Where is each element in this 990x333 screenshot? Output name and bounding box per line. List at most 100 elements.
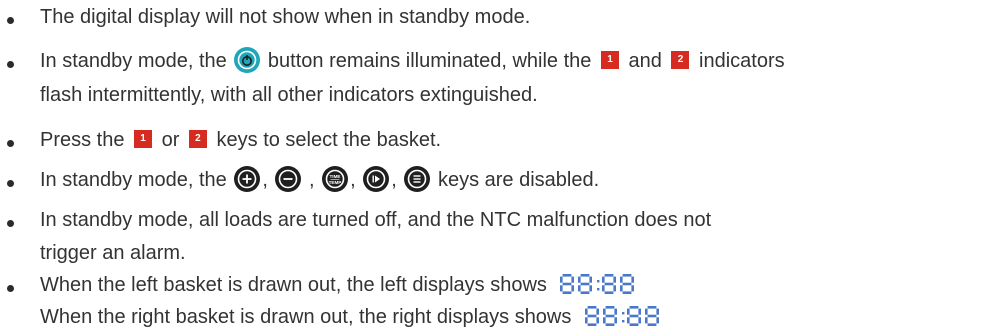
segment (647, 306, 657, 309)
item-text: In standby mode, the (40, 50, 233, 72)
segment (647, 323, 657, 327)
power-icon (234, 47, 261, 74)
svg-text:TIME: TIME (330, 174, 341, 179)
indicator-2-badge: 2 (671, 51, 690, 70)
segment (605, 306, 615, 309)
segment (629, 314, 639, 318)
segment (584, 317, 588, 324)
time-temp-icon: TIME TEMP (322, 166, 349, 193)
segment (596, 308, 599, 315)
segment (581, 274, 590, 277)
bullet-icon (7, 140, 14, 147)
indicator-2-badge: 2 (188, 130, 207, 149)
item-text: , (350, 169, 356, 191)
instruction-list: The digital display will not show when i… (0, 0, 990, 333)
segment (629, 306, 639, 309)
segment (644, 308, 648, 315)
indicator-1-badge: 1 (600, 51, 619, 70)
segment (602, 276, 606, 283)
item-line: In standby mode, all loads are turned of… (40, 205, 711, 235)
item-text: flash intermittently, with all other ind… (40, 84, 538, 106)
segment (623, 282, 632, 286)
segment (581, 291, 590, 295)
colon-dot (621, 312, 625, 315)
segment (620, 276, 624, 283)
segment (614, 308, 617, 315)
item-text: When the right basket is drawn out, the … (40, 306, 577, 328)
segment-digits (584, 306, 659, 327)
segment (589, 276, 593, 283)
item-line: trigger an alarm. (40, 238, 186, 268)
play-icon (363, 166, 390, 193)
segment (578, 276, 582, 283)
segment (605, 282, 614, 286)
item-text: and (628, 50, 668, 72)
segment (614, 317, 617, 324)
item-line: In standby mode, the button remains illu… (40, 46, 785, 76)
bullet-icon (7, 180, 14, 187)
bullet-icon (7, 61, 14, 68)
item-text: indicators (699, 50, 785, 72)
segment (623, 291, 632, 295)
segment (626, 317, 630, 324)
segment (631, 276, 635, 283)
segment (605, 314, 615, 318)
segment (629, 323, 639, 327)
segment (581, 282, 590, 286)
segment (638, 317, 641, 324)
segment-digits (560, 274, 635, 295)
item-text: or (161, 129, 185, 151)
plus-icon (234, 166, 261, 193)
segment (647, 314, 657, 318)
segment (587, 314, 597, 318)
segment (596, 317, 599, 324)
item-line: When the left basket is drawn out, the l… (40, 270, 638, 300)
item-text: , (262, 169, 268, 191)
item-text: The digital display will not show when i… (40, 6, 531, 28)
segment (563, 282, 572, 286)
segment (631, 285, 635, 292)
item-text: , (391, 169, 397, 191)
colon-dot (597, 288, 600, 291)
segment (605, 274, 614, 277)
segment (602, 317, 606, 324)
item-text: button remains illuminated, while the (267, 50, 597, 72)
colon-dot (597, 280, 600, 283)
item-line: Press the 1 or 2 keys to select the bask… (40, 125, 441, 155)
segment (638, 308, 641, 315)
colon-dot (621, 320, 625, 323)
bullet-icon (7, 17, 14, 24)
segment (613, 285, 617, 292)
segment (602, 285, 606, 292)
item-line: In standby mode, the , , TIME TEMP , , k… (40, 165, 599, 195)
svg-text:TEMP: TEMP (329, 180, 342, 185)
segment (656, 317, 659, 324)
segment (656, 308, 659, 315)
segment (620, 285, 624, 292)
segment (560, 285, 564, 292)
segment (644, 317, 648, 324)
item-line: flash intermittently, with all other ind… (40, 80, 538, 110)
segment (560, 276, 564, 283)
right-segment-display-icon (583, 305, 663, 327)
segment (571, 285, 575, 292)
item-line: When the right basket is drawn out, the … (40, 302, 663, 332)
item-text: trigger an alarm. (40, 242, 186, 264)
segment (563, 274, 572, 277)
segment (623, 274, 632, 277)
item-text: In standby mode, all loads are turned of… (40, 209, 712, 231)
segment (589, 285, 593, 292)
segment (584, 308, 588, 315)
segment (605, 291, 614, 295)
item-text: In standby mode, the (40, 169, 233, 191)
segment (602, 308, 606, 315)
item-line: The digital display will not show when i… (40, 2, 530, 32)
menu-icon (404, 166, 431, 193)
item-text: Press the (40, 129, 131, 151)
segment (587, 306, 597, 309)
segment (613, 276, 617, 283)
segment (605, 323, 615, 327)
item-text: , (303, 169, 315, 191)
segment (578, 285, 582, 292)
segment (587, 323, 597, 327)
